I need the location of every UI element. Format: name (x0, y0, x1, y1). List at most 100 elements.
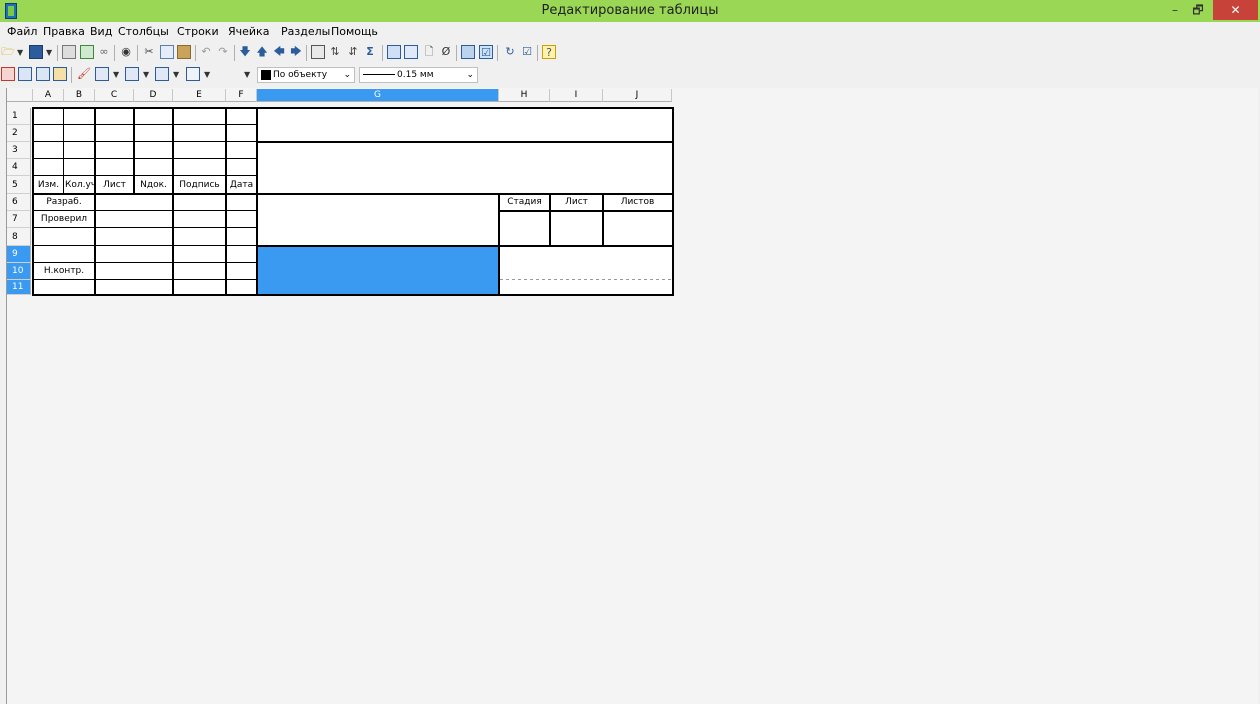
fill-color-select[interactable]: По объекту ⌄ (257, 67, 355, 83)
cell-stadiya[interactable]: Стадия (500, 195, 549, 210)
refresh-icon[interactable]: ↻ (503, 45, 517, 59)
align-vertical-icon[interactable] (155, 67, 169, 81)
cell-ndok[interactable]: Nдок. (135, 177, 172, 193)
border-line (256, 245, 674, 247)
row-header-7[interactable]: 7 (7, 211, 31, 228)
checkbox-active-icon[interactable]: ☑ (479, 45, 493, 59)
column-header-b[interactable]: B (64, 89, 95, 102)
maximize-button[interactable]: 🗗 (1188, 0, 1208, 20)
copy-format-icon[interactable] (62, 45, 76, 59)
column-header-j[interactable]: J (603, 89, 672, 102)
calculator-icon[interactable] (461, 45, 475, 59)
row-header-1[interactable]: 1 (7, 108, 31, 125)
sort-ascending-icon[interactable]: ⇅ (328, 45, 342, 59)
help-icon[interactable]: ? (542, 45, 556, 59)
line-width-select[interactable]: 0.15 мм ⌄ (359, 67, 478, 83)
cell-listov[interactable]: Листов (604, 195, 671, 210)
edit-table-icon[interactable] (53, 67, 67, 81)
align-top-dropdown-icon[interactable]: ▼ (113, 70, 119, 79)
copy-icon[interactable] (160, 45, 174, 59)
align-top-icon[interactable] (95, 67, 109, 81)
align-horizontal-dropdown-icon[interactable]: ▼ (143, 70, 149, 79)
cell-razrab[interactable]: Разраб. (34, 195, 94, 210)
image-icon[interactable] (311, 45, 325, 59)
color-dropdown-icon[interactable]: ▼ (244, 70, 250, 79)
row-header-6[interactable]: 6 (7, 194, 31, 211)
menu-rows[interactable]: Строки (177, 25, 219, 38)
corner-header[interactable] (7, 89, 33, 102)
cell-list[interactable]: Лист (96, 177, 133, 193)
cell-data[interactable]: Дата (227, 177, 256, 193)
cell-proveril[interactable]: Проверил (34, 212, 94, 227)
menu-cell[interactable]: Ячейка (228, 25, 269, 38)
move-down-icon[interactable]: 🡇 (238, 45, 252, 59)
border-line (32, 141, 258, 142)
document-icon[interactable]: 🗋 (422, 45, 436, 59)
row-header-10[interactable]: 10 (7, 263, 31, 280)
cell-nkontr[interactable]: Н.контр. (34, 264, 94, 279)
close-button[interactable]: ✕ (1213, 0, 1258, 20)
save-dropdown-icon[interactable]: ▼ (46, 48, 52, 57)
column-header-i[interactable]: I (550, 89, 603, 102)
toolbar-separator (114, 45, 115, 61)
row-header-9[interactable]: 9 (7, 246, 31, 263)
toolbar-format: 🖌 ▼ ▼ ▼ ▼ ▼ По объекту ⌄ 0.15 мм ⌄ (0, 64, 1260, 86)
menu-help[interactable]: Помощь (331, 25, 378, 38)
menu-file[interactable]: Файл (7, 25, 37, 38)
borders-icon[interactable] (186, 67, 200, 81)
border-line (32, 210, 258, 211)
border-line (602, 193, 604, 246)
menu-edit[interactable]: Правка (43, 25, 85, 38)
save-icon[interactable] (29, 45, 43, 59)
cut-icon[interactable]: ✂ (142, 45, 156, 59)
border-line (225, 107, 227, 296)
grid-icon[interactable] (36, 67, 50, 81)
row-header-8[interactable]: 8 (7, 228, 31, 246)
cell-podpis[interactable]: Подпись (174, 177, 225, 193)
link-icon[interactable]: ∞ (97, 45, 111, 59)
move-up-icon[interactable]: 🡅 (255, 45, 269, 59)
row-header-5[interactable]: 5 (7, 176, 31, 194)
column-header-g[interactable]: G (257, 89, 499, 102)
align-vertical-dropdown-icon[interactable]: ▼ (173, 70, 179, 79)
open-dropdown-icon[interactable]: ▼ (17, 48, 23, 57)
table-properties-icon[interactable] (80, 45, 94, 59)
row-header-2[interactable]: 2 (7, 125, 31, 142)
cell-izm[interactable]: Изм. (34, 177, 63, 193)
menu-view[interactable]: Вид (90, 25, 112, 38)
redo-icon[interactable]: ↷ (216, 45, 230, 59)
selected-cell-range[interactable] (257, 246, 499, 295)
cell-kolvo[interactable]: Кол.уч (65, 177, 94, 193)
cell-list-count[interactable]: Лист (551, 195, 602, 210)
sum-icon[interactable]: Σ (363, 45, 377, 59)
empty-set-icon[interactable]: Ø (439, 45, 453, 59)
split-cells-icon[interactable] (18, 67, 32, 81)
preview-eye-icon[interactable]: ◉ (119, 45, 133, 59)
open-folder-icon[interactable]: 🗁 (1, 45, 15, 59)
column-header-a[interactable]: A (33, 89, 64, 102)
undo-icon[interactable]: ↶ (199, 45, 213, 59)
align-horizontal-icon[interactable] (125, 67, 139, 81)
row-header-3[interactable]: 3 (7, 142, 31, 159)
menu-sections[interactable]: Разделы (281, 25, 330, 38)
move-right-icon[interactable]: 🡆 (289, 45, 303, 59)
column-header-h[interactable]: H (499, 89, 550, 102)
move-left-icon[interactable]: 🡄 (272, 45, 286, 59)
checkbox-icon[interactable]: ☑ (520, 45, 534, 59)
row-header-4[interactable]: 4 (7, 159, 31, 176)
column-header-f[interactable]: F (226, 89, 257, 102)
title-bar: Редактирование таблицы – 🗗 ✕ (0, 0, 1260, 22)
column-header-e[interactable]: E (173, 89, 226, 102)
sort-descending-icon[interactable]: ⇵ (346, 45, 360, 59)
borders-dropdown-icon[interactable]: ▼ (204, 70, 210, 79)
table-icon[interactable] (387, 45, 401, 59)
merge-cells-icon[interactable] (1, 67, 15, 81)
book-icon[interactable] (404, 45, 418, 59)
column-header-c[interactable]: C (95, 89, 134, 102)
minimize-button[interactable]: – (1165, 0, 1185, 20)
paste-icon[interactable] (177, 45, 191, 59)
paint-brush-icon[interactable]: 🖌 (77, 67, 91, 81)
column-header-d[interactable]: D (134, 89, 173, 102)
menu-columns[interactable]: Столбцы (118, 25, 169, 38)
row-header-11[interactable]: 11 (7, 280, 31, 295)
